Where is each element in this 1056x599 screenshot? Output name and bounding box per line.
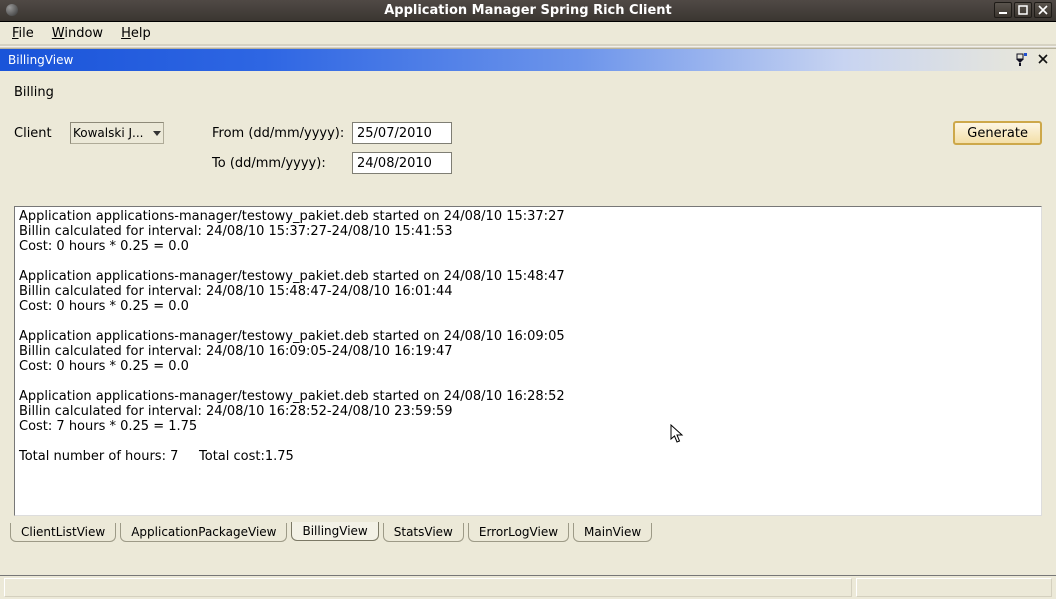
client-select-value: Kowalski J... bbox=[73, 126, 143, 140]
minimize-button[interactable] bbox=[994, 2, 1012, 18]
section-title: Billing bbox=[14, 85, 1042, 100]
to-label: To (dd/mm/yyyy): bbox=[212, 156, 352, 171]
menu-help[interactable]: Help bbox=[121, 26, 151, 41]
panel-pin-button[interactable] bbox=[1014, 52, 1028, 66]
tab-billing[interactable]: BillingView bbox=[291, 522, 378, 541]
from-label: From (dd/mm/yyyy): bbox=[212, 126, 352, 141]
window-title-bar: Application Manager Spring Rich Client bbox=[0, 0, 1056, 22]
menu-file-rest: ile bbox=[19, 26, 34, 41]
status-bar bbox=[0, 575, 1056, 599]
from-date-input[interactable] bbox=[352, 122, 452, 144]
client-label: Client bbox=[14, 126, 70, 141]
status-right-cell bbox=[856, 578, 1052, 597]
tabs-bar: ClientListView ApplicationPackageView Bi… bbox=[0, 524, 1056, 546]
window-icon bbox=[6, 4, 18, 16]
menu-bar: File Window Help bbox=[0, 22, 1056, 46]
maximize-button[interactable] bbox=[1014, 2, 1032, 18]
menu-help-rest: elp bbox=[131, 26, 151, 41]
tab-client-list[interactable]: ClientListView bbox=[10, 523, 116, 542]
panel-close-button[interactable] bbox=[1036, 52, 1050, 66]
billing-output[interactable]: Application applications-manager/testowy… bbox=[14, 206, 1042, 516]
tab-main[interactable]: MainView bbox=[573, 523, 652, 542]
panel-header: BillingView bbox=[0, 49, 1056, 71]
tab-error-log[interactable]: ErrorLogView bbox=[468, 523, 569, 542]
status-left-cell bbox=[4, 578, 852, 597]
menu-file[interactable]: File bbox=[12, 26, 34, 41]
tab-stats[interactable]: StatsView bbox=[383, 523, 464, 542]
tab-application-package[interactable]: ApplicationPackageView bbox=[120, 523, 287, 542]
client-select[interactable]: Kowalski J... bbox=[70, 122, 164, 144]
panel-body: Billing Client Kowalski J... From (dd/mm… bbox=[0, 71, 1056, 186]
generate-button[interactable]: Generate bbox=[953, 121, 1042, 145]
chevron-down-icon bbox=[153, 131, 161, 136]
close-button[interactable] bbox=[1034, 2, 1052, 18]
menu-window[interactable]: Window bbox=[52, 26, 103, 41]
menu-window-rest: indow bbox=[64, 26, 103, 41]
panel-title: BillingView bbox=[8, 53, 73, 67]
to-date-input[interactable] bbox=[352, 152, 452, 174]
window-title: Application Manager Spring Rich Client bbox=[384, 3, 672, 18]
